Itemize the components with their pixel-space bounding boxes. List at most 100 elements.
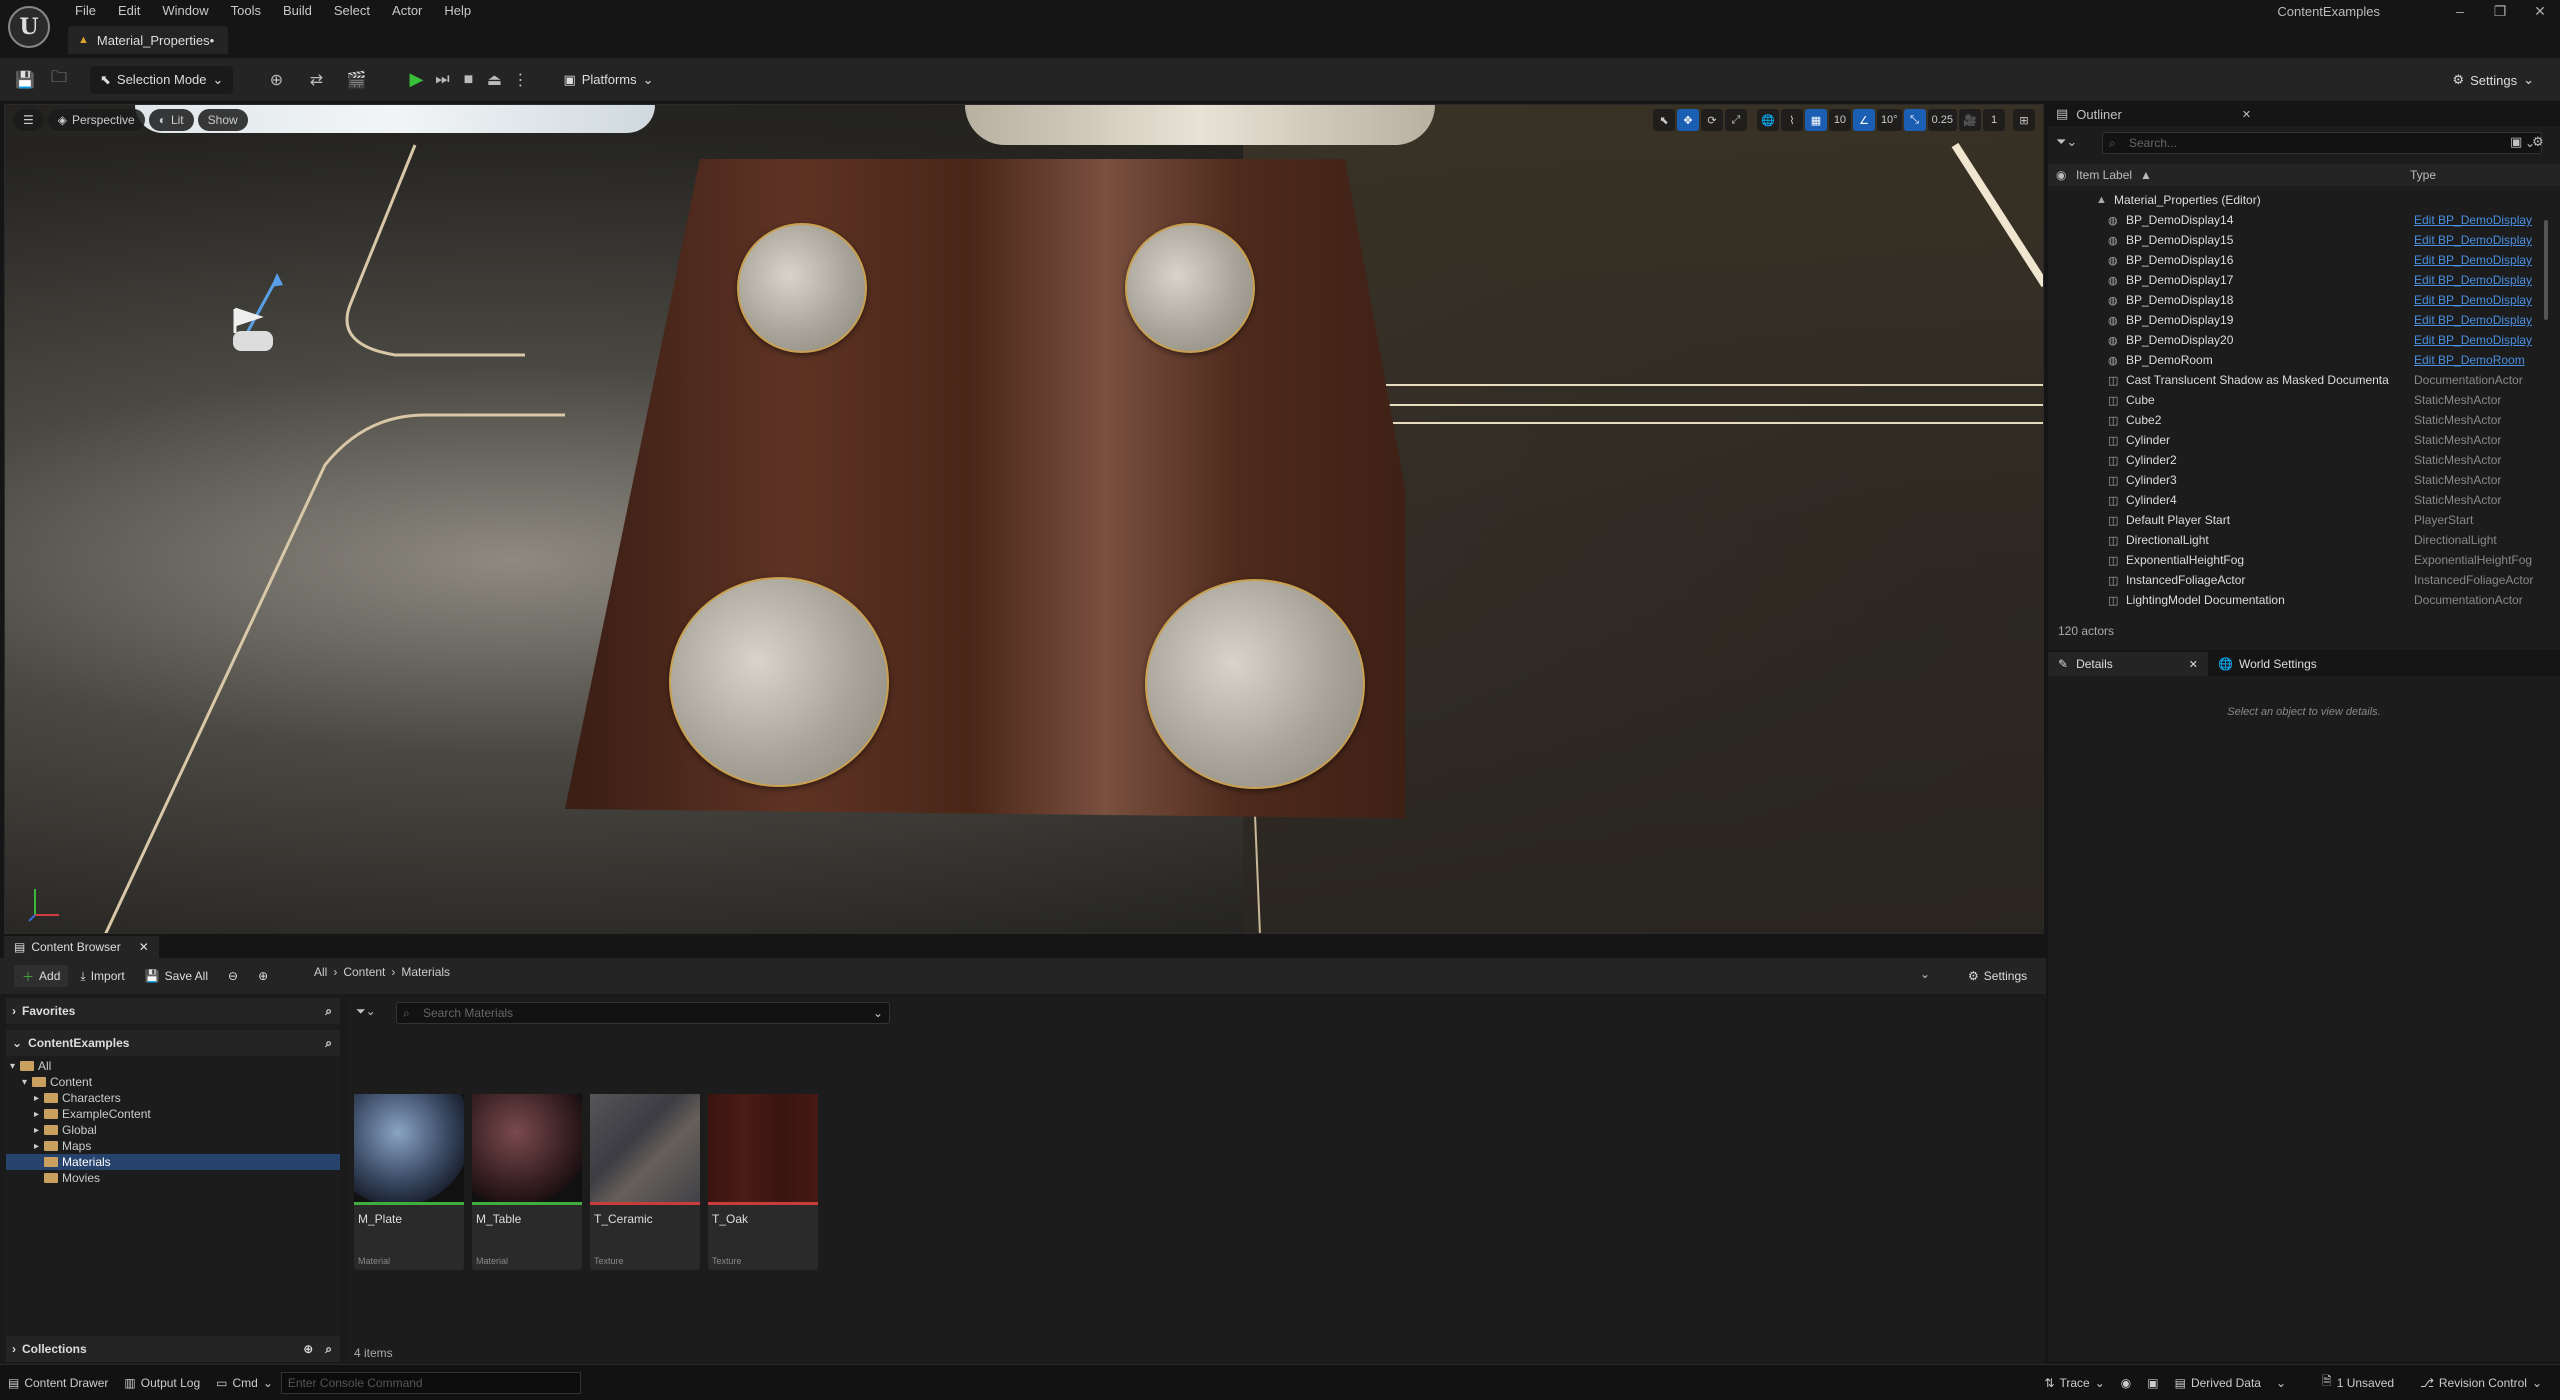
chevron-right-icon[interactable]: ▸	[34, 1125, 44, 1136]
folder-tree-item[interactable]: Materials	[6, 1154, 340, 1170]
platforms-button[interactable]: ▣ Platforms ⌄	[553, 66, 663, 94]
step-icon[interactable]: ⏭	[429, 71, 455, 89]
favorites-header[interactable]: › Favorites ⌕	[6, 998, 340, 1024]
selection-mode-button[interactable]: ⬉ Selection Mode ⌄	[90, 65, 234, 94]
chevron-right-icon[interactable]: ▸	[34, 1141, 44, 1152]
grid-snap-icon[interactable]: ▦	[1804, 109, 1827, 131]
edit-blueprint-link[interactable]: Edit BP_DemoDisplay	[2414, 293, 2546, 307]
chevron-down-icon[interactable]: ▾	[10, 1061, 20, 1072]
search-icon[interactable]: ⌕	[325, 1342, 332, 1357]
outliner-row[interactable]: ◍ BP_DemoDisplay16 Edit BP_DemoDisplay	[2048, 250, 2560, 270]
cmd-button[interactable]: ▭ Cmd ⌄	[208, 1370, 281, 1396]
outliner-row[interactable]: ◫ Cylinder2 StaticMeshActor	[2048, 450, 2560, 470]
chevron-right-icon[interactable]: ▸	[34, 1109, 44, 1120]
chevron-down-icon[interactable]: ⌄	[1920, 967, 1930, 981]
cb-settings-button[interactable]: ⚙ Settings	[1960, 965, 2035, 987]
outliner-row[interactable]: ◫ Cylinder3 StaticMeshActor	[2048, 470, 2560, 490]
filter-icon[interactable]: ⏷⌄	[2056, 134, 2077, 150]
outliner-row[interactable]: ◫ DirectionalLight DirectionalLight	[2048, 530, 2560, 550]
folder-tree-item[interactable]: ▸ ExampleContent	[6, 1106, 340, 1122]
unreal-logo-icon[interactable]: U	[8, 6, 50, 48]
eject-icon[interactable]: ⏏	[481, 70, 507, 90]
chevron-down-icon[interactable]: ▾	[22, 1077, 32, 1088]
menu-tools[interactable]: Tools	[220, 0, 272, 22]
add-folder-icon[interactable]: ▣	[2510, 134, 2522, 150]
type-column[interactable]: Type	[2410, 168, 2436, 182]
outliner-root-row[interactable]: ▲ Material_Properties (Editor)	[2048, 190, 2560, 210]
derived-data-button[interactable]: ▤ Derived Data ⌄	[2167, 1370, 2294, 1396]
edit-blueprint-link[interactable]: Edit BP_DemoDisplay	[2414, 233, 2546, 247]
content-drawer-button[interactable]: ▤ Content Drawer	[0, 1370, 116, 1396]
play-icon[interactable]: ▶	[403, 69, 429, 90]
add-collection-icon[interactable]: ⊕	[303, 1342, 313, 1356]
revision-control-button[interactable]: ⎇ Revision Control ⌄	[2412, 1370, 2550, 1396]
restore-icon[interactable]: ❐	[2480, 0, 2520, 22]
asset-tile[interactable]: M_Table Material	[472, 1094, 582, 1270]
edit-blueprint-link[interactable]: Edit BP_DemoDisplay	[2414, 333, 2546, 347]
add-actor-icon[interactable]: ⊕	[263, 70, 289, 90]
more-options-icon[interactable]: ⋮	[507, 70, 533, 90]
menu-help[interactable]: Help	[433, 0, 482, 22]
save-icon[interactable]: 💾	[12, 70, 38, 90]
cinematics-icon[interactable]: 🎬	[343, 70, 369, 90]
outliner-row[interactable]: ◍ BP_DemoDisplay15 Edit BP_DemoDisplay	[2048, 230, 2560, 250]
folder-tree-item[interactable]: Movies	[6, 1170, 340, 1186]
minimize-icon[interactable]: –	[2440, 0, 2480, 22]
history-forward-icon[interactable]: ⊕	[250, 965, 276, 987]
breadcrumb-content[interactable]: Content	[343, 965, 385, 979]
menu-select[interactable]: Select	[323, 0, 381, 22]
filter-icon[interactable]: ⏷⌄	[356, 1004, 376, 1019]
breadcrumb-all[interactable]: All	[314, 965, 327, 979]
outliner-row[interactable]: ◍ BP_DemoDisplay18 Edit BP_DemoDisplay	[2048, 290, 2560, 310]
grid-snap-value[interactable]: 10	[1828, 109, 1851, 131]
maximize-viewport-icon[interactable]: ⊞	[2013, 109, 2035, 131]
collections-header[interactable]: › Collections ⊕ ⌕	[6, 1336, 340, 1362]
search-icon[interactable]: ⌕	[325, 1004, 332, 1019]
trace-button[interactable]: ⇅ Trace ⌄	[2036, 1370, 2112, 1396]
edit-blueprint-link[interactable]: Edit BP_DemoDisplay	[2414, 213, 2546, 227]
rotation-snap-icon[interactable]: ∠	[1852, 109, 1875, 131]
scale-tool-icon[interactable]: ⤢	[1724, 109, 1747, 131]
asset-tile[interactable]: M_Plate Material	[354, 1094, 464, 1270]
details-tab[interactable]: ✎ Details ✕	[2048, 652, 2208, 676]
visibility-eye-icon[interactable]: ◉	[2056, 168, 2066, 182]
blueprint-icon[interactable]: ⇄	[303, 70, 329, 90]
outliner-row[interactable]: ◍ BP_DemoDisplay17 Edit BP_DemoDisplay	[2048, 270, 2560, 290]
edit-blueprint-link[interactable]: Edit BP_DemoDisplay	[2414, 253, 2546, 267]
outliner-scrollbar[interactable]	[2544, 220, 2548, 320]
scale-snap-icon[interactable]: ⤡	[1903, 109, 1926, 131]
rotation-snap-value[interactable]: 10°	[1876, 109, 1902, 131]
edit-blueprint-link[interactable]: Edit BP_DemoRoom	[2414, 353, 2546, 367]
outliner-row[interactable]: ◍ BP_DemoRoom Edit BP_DemoRoom	[2048, 350, 2560, 370]
outliner-row[interactable]: ◍ BP_DemoDisplay20 Edit BP_DemoDisplay	[2048, 330, 2560, 350]
outliner-row[interactable]: ◍ BP_DemoDisplay14 Edit BP_DemoDisplay	[2048, 210, 2560, 230]
outliner-row[interactable]: ◫ Cylinder4 StaticMeshActor	[2048, 490, 2560, 510]
close-icon[interactable]: ✕	[2242, 108, 2251, 121]
output-log-button[interactable]: ▥ Output Log	[116, 1370, 208, 1396]
edit-blueprint-link[interactable]: Edit BP_DemoDisplay	[2414, 313, 2546, 327]
folder-tree-item[interactable]: ▾ Content	[6, 1074, 340, 1090]
outliner-row[interactable]: ◫ LightingModel Documentation Documentatio…	[2048, 590, 2560, 610]
outliner-row[interactable]: ◫ Cube2 StaticMeshActor	[2048, 410, 2560, 430]
camera-speed-value[interactable]: 1	[1983, 109, 2005, 131]
asset-tile[interactable]: T_Oak Texture	[708, 1094, 818, 1270]
menu-file[interactable]: File	[64, 0, 107, 22]
stop-icon[interactable]: ■	[455, 71, 481, 89]
outliner-row[interactable]: ◫ Cube StaticMeshActor	[2048, 390, 2560, 410]
menu-actor[interactable]: Actor	[381, 0, 433, 22]
history-back-icon[interactable]: ⊖	[220, 965, 246, 987]
search-icon[interactable]: ⌕	[325, 1036, 332, 1051]
lit-button[interactable]: ◐ Lit	[148, 109, 194, 131]
surface-snap-icon[interactable]: ⌇	[1780, 109, 1803, 131]
perspective-button[interactable]: ◈ Perspective	[47, 109, 145, 131]
chevron-down-icon[interactable]: ⌄	[873, 1003, 883, 1023]
level-viewport[interactable]: ☰ ◈ Perspective ◐ Lit Show ⬉ ✥ ⟳ ⤢ 🌐 ⌇ ▦ 1…	[4, 104, 2044, 934]
chevron-right-icon[interactable]: ▸	[34, 1093, 44, 1104]
show-button[interactable]: Show	[197, 109, 248, 131]
world-local-icon[interactable]: 🌐	[1756, 109, 1779, 131]
search-materials-input[interactable]: ⌕ Search Materials ⌄	[396, 1002, 890, 1024]
gear-icon[interactable]: ⚙	[2532, 134, 2544, 150]
close-icon[interactable]: ✕	[2520, 0, 2560, 22]
settings-button[interactable]: ⚙ Settings ⌄	[2442, 66, 2544, 94]
folder-tree-item[interactable]: ▸ Global	[6, 1122, 340, 1138]
